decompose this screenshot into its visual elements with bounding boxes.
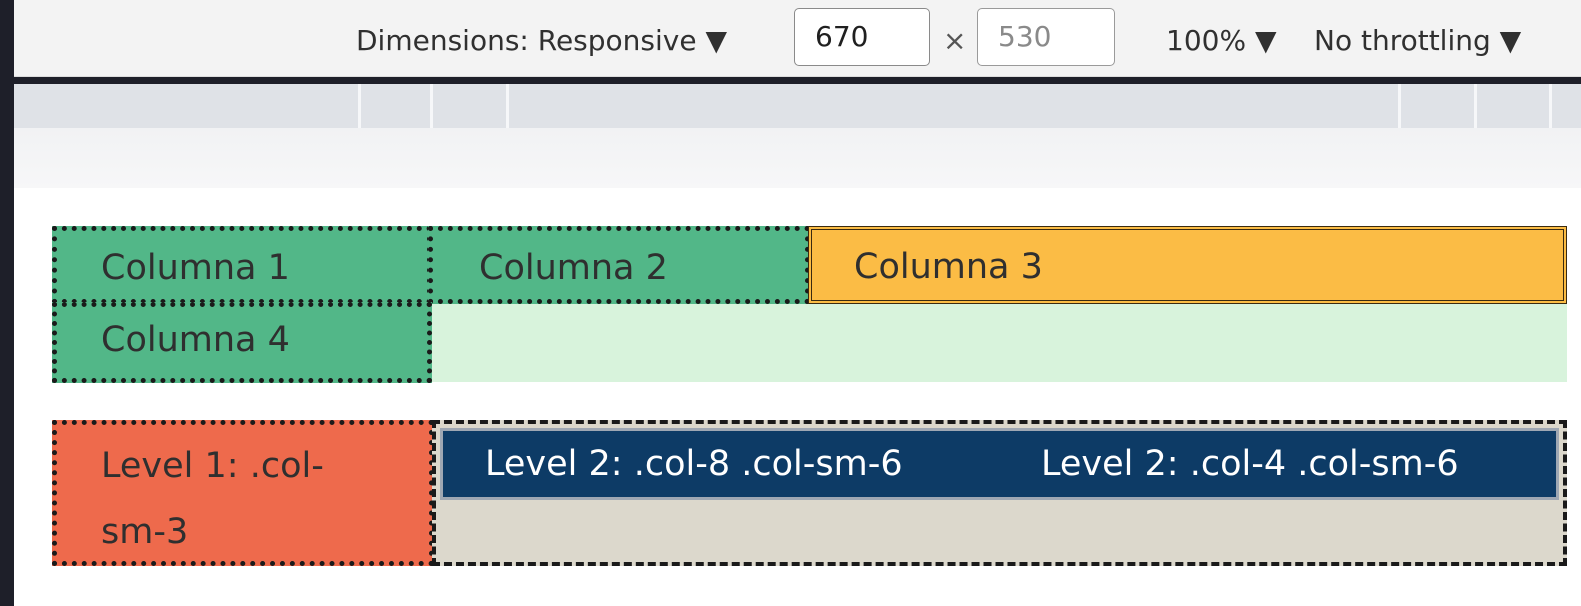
column-1-label: Columna 1	[101, 248, 290, 288]
column-1-box: Columna 1	[52, 226, 432, 304]
dimensions-dropdown[interactable]: Dimensions: Responsive ▼	[356, 21, 727, 61]
column-4-box: Columna 4	[52, 302, 432, 383]
ruler-divider	[430, 84, 433, 128]
level-1-box: Level 1: .col- sm-3	[52, 420, 434, 566]
viewport-gutter	[14, 128, 1581, 188]
level-2-row: Level 2: .col-8 .col-sm-6 Level 2: .col-…	[440, 428, 1559, 500]
level-2-col-8-label: Level 2: .col-8 .col-sm-6	[485, 444, 903, 484]
zoom-dropdown[interactable]: 100% ▼	[1166, 21, 1276, 61]
column-3-box: Columna 3	[808, 226, 1567, 304]
column-4-label: Columna 4	[101, 320, 290, 360]
level-1-label-line2: sm-3	[101, 512, 189, 552]
ruler-divider	[506, 84, 509, 128]
ruler-divider	[1474, 84, 1477, 128]
ruler-divider	[358, 84, 361, 128]
width-input[interactable]: 670	[794, 8, 930, 66]
column-2-label: Columna 2	[479, 248, 668, 288]
ruler-divider	[1549, 84, 1552, 128]
throttling-dropdown[interactable]: No throttling ▼	[1314, 21, 1521, 61]
level-1-container: Level 2: .col-8 .col-sm-6 Level 2: .col-…	[432, 420, 1567, 566]
level-1-label-line1: Level 1: .col-	[101, 446, 324, 486]
height-input[interactable]: 530	[977, 8, 1115, 66]
media-query-ruler[interactable]	[14, 84, 1581, 128]
ruler-divider	[1398, 84, 1401, 128]
column-2-box: Columna 2	[428, 226, 810, 304]
times-symbol: ×	[943, 24, 967, 57]
devtools-device-toolbar: Dimensions: Responsive ▼ 670 × 530 100% …	[14, 0, 1581, 77]
column-3-label: Columna 3	[854, 247, 1043, 287]
page-viewport: Columna 1 Columna 2 Columna 3 Columna 4 …	[14, 188, 1581, 606]
level-2-col-4-label: Level 2: .col-4 .col-sm-6	[1041, 444, 1459, 484]
